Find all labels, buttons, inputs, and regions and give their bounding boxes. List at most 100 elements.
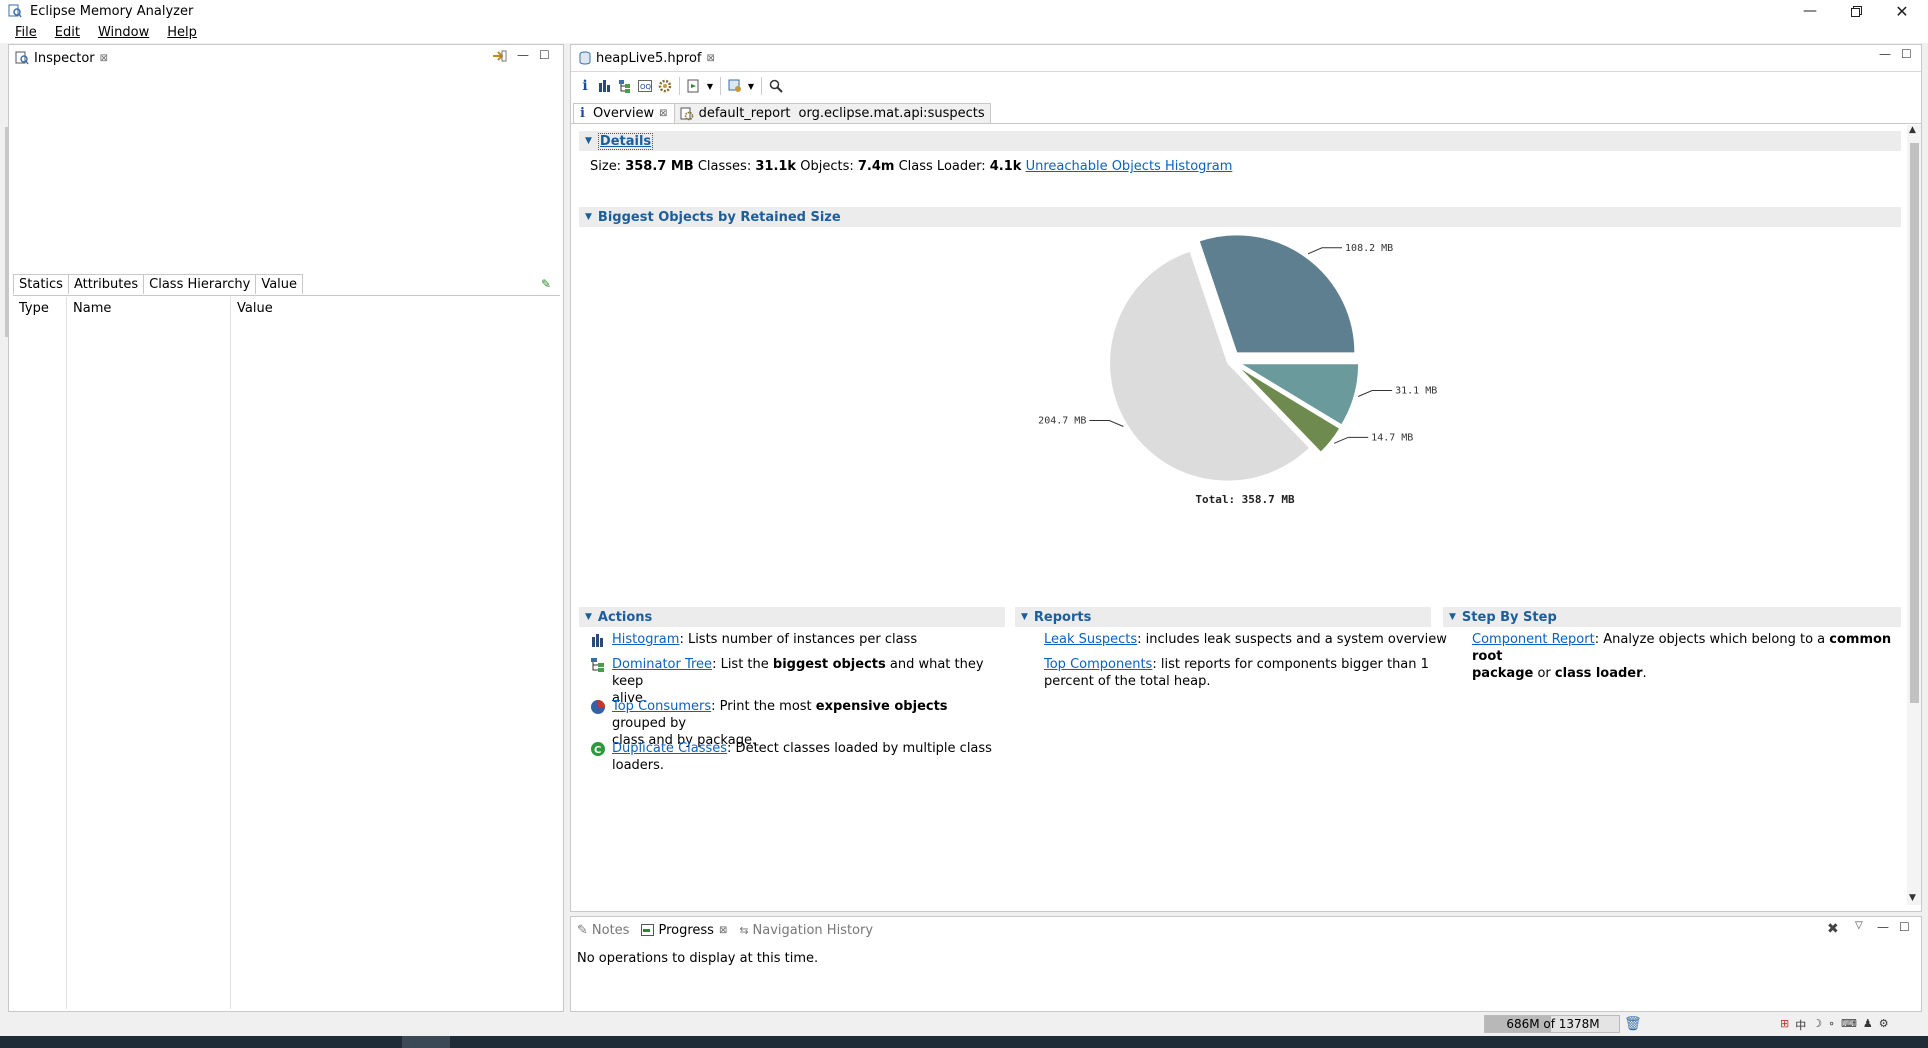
tab-progress[interactable]: Progress ⊠	[635, 919, 734, 941]
menu-edit[interactable]: Edit	[46, 25, 89, 40]
menu-file[interactable]: File	[6, 25, 46, 40]
garbage-collect-icon[interactable]: 🗑	[1624, 1016, 1642, 1032]
dropdown-icon[interactable]: ▼	[704, 76, 716, 96]
close-tab-icon[interactable]: ⊠	[719, 925, 727, 936]
column-divider	[66, 297, 67, 1009]
column-value[interactable]: Value	[237, 301, 273, 316]
histogram-icon[interactable]	[595, 76, 615, 96]
run-report-icon[interactable]	[684, 76, 704, 96]
details-title: Details	[597, 132, 654, 150]
histogram-desc: : Lists number of instances per class	[679, 632, 918, 647]
close-tab-icon[interactable]: ⊠	[707, 53, 715, 64]
collapse-icon: ▼	[1021, 612, 1028, 622]
actions-section-header[interactable]: ▼ Actions	[579, 607, 1005, 627]
view-menu-icon[interactable]: ▽	[1855, 920, 1863, 931]
retained-size-pie-chart: 108.2 MB 31.1 MB 14.7 MB 204.7 MB Total: 358…	[1038, 234, 1437, 506]
minimize-view-icon[interactable]: —	[1877, 920, 1889, 934]
link-with-selection-icon[interactable]	[491, 49, 507, 67]
menu-help[interactable]: Help	[158, 25, 206, 40]
pin-icon[interactable]: ✎	[541, 277, 551, 291]
tab-attributes[interactable]: Attributes	[67, 274, 145, 294]
taskbar-item[interactable]	[402, 1036, 450, 1048]
consumers-desc-1: : Print the most	[711, 699, 816, 714]
close-icon: ✕	[1895, 1, 1909, 21]
oql-icon[interactable]: OQL	[635, 76, 655, 96]
user-icon[interactable]: ♟	[1863, 1017, 1873, 1033]
biggest-objects-header[interactable]: ▼ Biggest Objects by Retained Size	[579, 207, 1901, 227]
histogram-icon	[592, 634, 603, 647]
tab-statics[interactable]: Statics	[13, 274, 69, 294]
duplicate-classes-link[interactable]: Duplicate Classes	[612, 741, 727, 756]
navigation-history-icon: ⇆	[739, 923, 749, 937]
leak-suspects-desc: : includes leak suspects and a system ov…	[1137, 632, 1447, 647]
scrollbar-thumb[interactable]	[1910, 143, 1919, 703]
close-button[interactable]: ✕	[1879, 0, 1925, 22]
menu-window[interactable]: Window	[89, 25, 158, 40]
file-tab[interactable]: heapLive5.hprof ⊠	[573, 47, 721, 69]
tab-notes-label: Notes	[591, 922, 630, 938]
gear-icon[interactable]	[655, 76, 675, 96]
maximize-editor-icon[interactable]: ☐	[1901, 47, 1912, 61]
collapse-icon: ▼	[1449, 612, 1456, 622]
minimize-button[interactable]: —	[1787, 0, 1833, 22]
moon-icon[interactable]: ☽	[1812, 1017, 1822, 1033]
close-tab-icon[interactable]: ⊠	[100, 53, 108, 64]
tab-notes[interactable]: ✎ Notes	[571, 919, 635, 941]
search-icon[interactable]	[766, 76, 786, 96]
maximize-view-icon[interactable]: ☐	[1899, 920, 1910, 934]
ime-icon[interactable]: ⊞	[1780, 1017, 1789, 1033]
heap-status[interactable]: 686M of 1378M	[1484, 1015, 1620, 1033]
query-browser-icon[interactable]	[725, 76, 745, 96]
inspector-scrollbar[interactable]	[5, 127, 9, 337]
keyboard-icon[interactable]: ⌨	[1841, 1017, 1857, 1033]
dominator-tree-icon[interactable]	[615, 76, 635, 96]
inspector-tab-header: Inspector ⊠	[9, 45, 563, 71]
unreachable-objects-link[interactable]: Unreachable Objects Histogram	[1026, 159, 1233, 174]
scroll-down-icon[interactable]: ▼	[1909, 893, 1916, 903]
title-bar: Eclipse Memory Analyzer — ✕	[0, 0, 1928, 22]
tab-navigation-history[interactable]: ⇆ Navigation History	[733, 919, 879, 941]
duplicate-desc-2: loaders.	[612, 758, 665, 773]
punctuation-icon[interactable]: ∘	[1828, 1017, 1835, 1033]
step-by-step-title: Step By Step	[1461, 609, 1557, 625]
consumers-desc-bold: expensive objects	[815, 699, 948, 714]
inspector-icon	[15, 51, 29, 65]
report-top-components: Top Components: list reports for compone…	[1044, 656, 1429, 690]
tab-value[interactable]: Value	[255, 274, 304, 294]
info-icon: i	[580, 106, 585, 121]
window-title: Eclipse Memory Analyzer	[30, 3, 194, 19]
settings-icon[interactable]: ⚙	[1879, 1017, 1889, 1033]
column-type[interactable]: Type	[19, 301, 49, 316]
reports-section-header[interactable]: ▼ Reports	[1015, 607, 1431, 627]
column-name[interactable]: Name	[73, 301, 111, 316]
scroll-up-icon[interactable]: ▲	[1909, 125, 1916, 135]
info-icon[interactable]: i	[575, 76, 595, 96]
editor-scrollbar[interactable]: ▲ ▼	[1907, 125, 1921, 905]
tab-default-report[interactable]: default_report org.eclipse.mat.api:suspe…	[674, 103, 991, 123]
tab-class-hierarchy[interactable]: Class Hierarchy	[143, 274, 257, 294]
collapse-icon: ▼	[585, 136, 592, 146]
top-components-link[interactable]: Top Components	[1044, 657, 1152, 672]
top-consumers-icon	[591, 700, 605, 714]
tab-overview[interactable]: i Overview ⊠	[573, 103, 675, 123]
details-section-header[interactable]: ▼ Details	[579, 131, 1901, 151]
restore-button[interactable]	[1833, 0, 1879, 22]
histogram-link[interactable]: Histogram	[612, 632, 679, 647]
objects-label: Objects:	[800, 159, 854, 174]
inspector-tab[interactable]: Inspector ⊠	[9, 47, 114, 69]
dropdown-icon[interactable]: ▼	[745, 76, 757, 96]
close-tab-icon[interactable]: ⊠	[659, 108, 667, 119]
or-text: or	[1533, 666, 1555, 681]
maximize-view-icon[interactable]: ☐	[539, 48, 550, 62]
dominator-tree-link[interactable]: Dominator Tree	[612, 657, 712, 672]
input-mode-icon[interactable]: 中	[1795, 1017, 1806, 1033]
minimize-editor-icon[interactable]: —	[1879, 47, 1891, 61]
top-consumers-link[interactable]: Top Consumers	[612, 699, 711, 714]
step-by-step-section-header[interactable]: ▼ Step By Step	[1443, 607, 1901, 627]
minimize-view-icon[interactable]: —	[517, 48, 529, 62]
remove-all-icon[interactable]: ✖	[1827, 921, 1839, 937]
leak-suspects-link[interactable]: Leak Suspects	[1044, 632, 1137, 647]
component-report-link[interactable]: Component Report	[1472, 632, 1595, 647]
inspector-panel: Inspector ⊠ — ☐ Statics Attributes Class…	[5, 44, 564, 1012]
pie-slice[interactable]	[1198, 234, 1356, 354]
